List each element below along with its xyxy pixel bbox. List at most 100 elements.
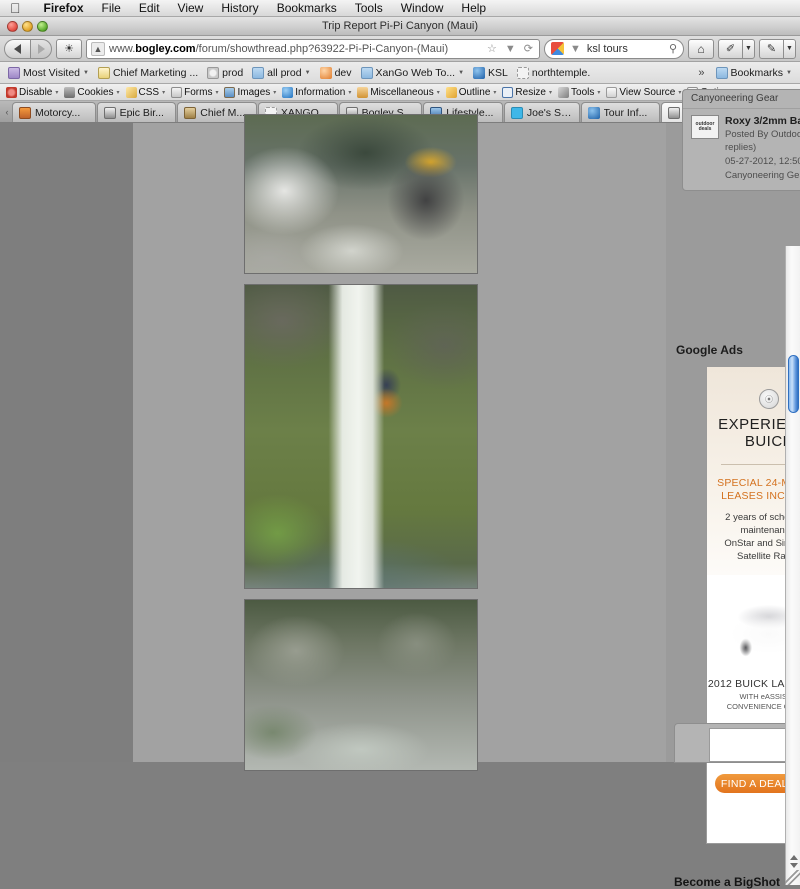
search-icon[interactable]: ⚲ <box>669 42 677 55</box>
devtool-tools[interactable]: Tools ▾ <box>555 86 603 98</box>
back-button[interactable] <box>4 38 30 59</box>
bookmark-ksl[interactable]: KSL <box>469 66 512 80</box>
thread-post-column <box>133 114 532 771</box>
bookmark-all-prod[interactable]: all prod ▼ <box>248 66 314 80</box>
menu-item-history[interactable]: History <box>212 0 267 17</box>
bookmarks-menu-button[interactable]: Bookmarks ▼ <box>712 66 796 80</box>
bookmark-most-visited[interactable]: Most Visited ▼ <box>4 66 93 80</box>
search-bar[interactable]: ▼ ksl tours ⚲ <box>544 38 684 59</box>
devtool-css[interactable]: CSS ▾ <box>123 86 169 98</box>
search-engine-icon[interactable] <box>551 42 564 55</box>
bookmarks-overflow-button[interactable]: » <box>692 67 710 79</box>
scroll-down-arrow-icon[interactable] <box>789 863 798 868</box>
bookmark-prod[interactable]: prod <box>203 66 247 80</box>
vertical-scrollbar[interactable] <box>785 246 800 885</box>
menu-item-help[interactable]: Help <box>452 0 495 17</box>
bookmarks-menu-label: Bookmarks <box>730 66 784 79</box>
vertical-scroll-thumb[interactable] <box>788 355 799 413</box>
devtool-disable[interactable]: Disable ▾ <box>3 86 61 98</box>
eyedropper-button[interactable]: ✐ <box>718 38 742 59</box>
chart-icon <box>97 66 110 79</box>
bookmark-dev[interactable]: dev <box>316 66 356 80</box>
site-favicon-icon: ▲ <box>91 41 105 56</box>
address-bar[interactable]: ▲ www.bogley.com/forum/showthread.php?63… <box>86 38 540 59</box>
bookmark-label: XanGo Web To... <box>375 66 456 79</box>
menu-item-tools[interactable]: Tools <box>346 0 392 17</box>
devtool-cookies[interactable]: Cookies ▾ <box>61 86 122 98</box>
devtool-outline[interactable]: Outline ▾ <box>443 86 500 98</box>
waterfall-rappel-photo[interactable] <box>244 284 478 589</box>
chevron-down-icon: ▾ <box>348 89 352 96</box>
canyoneers-in-stream-photo[interactable] <box>244 114 478 274</box>
pencil-button[interactable]: ✎ <box>759 38 783 59</box>
pencil-dropdown-button[interactable]: ▼ <box>783 38 796 59</box>
menu-item-edit[interactable]: Edit <box>130 0 169 17</box>
tab-motorcy[interactable]: Motorcy... <box>11 102 96 122</box>
eyedropper-dropdown-button[interactable]: ▼ <box>742 38 755 59</box>
recent-gear-item-title[interactable]: Roxy 3/2mm Back Zip... <box>725 115 800 127</box>
devtool-label: Tools <box>571 86 595 98</box>
recent-panel-partial-header: Canyoneering Gear <box>683 90 800 109</box>
home-button[interactable]: ⌂ <box>688 38 714 59</box>
bookmark-label: northtemple. <box>531 66 591 79</box>
chevron-down-icon: ▾ <box>597 89 601 96</box>
chief-favicon-icon <box>184 106 197 119</box>
recent-gear-item[interactable]: outdoor deals Roxy 3/2mm Back Zip... Pos… <box>683 109 800 190</box>
devtool-miscellaneous[interactable]: Miscellaneous ▾ <box>354 86 442 98</box>
tab-epic-bir[interactable]: Epic Bir... <box>96 102 177 122</box>
recent-gear-panel: Canyoneering Gear outdoor deals Roxy 3/2… <box>682 89 800 191</box>
images-icon <box>224 86 236 98</box>
tab-scroll-left-button[interactable]: ‹ <box>2 107 12 122</box>
bookmark-chief-marketing[interactable]: Chief Marketing ... <box>94 66 202 80</box>
menu-item-firefox[interactable]: Firefox <box>35 0 93 17</box>
eyedropper-tool-group: ✐ ▼ <box>718 38 755 59</box>
tab-label: Motorcy... <box>34 106 81 119</box>
folder-purple-icon <box>8 66 20 79</box>
tab-tour-inf[interactable]: Tour Inf... <box>580 102 661 122</box>
eyedropper-icon: ✐ <box>725 43 736 55</box>
tab-joes-st[interactable]: Joe's St... <box>503 102 580 122</box>
ksl-icon <box>473 66 486 79</box>
gear-icon <box>207 66 220 79</box>
search-input[interactable]: ksl tours <box>587 43 665 55</box>
devtool-view-source[interactable]: View Source ▾ <box>603 86 684 98</box>
menu-item-bookmarks[interactable]: Bookmarks <box>268 0 346 17</box>
zoom-window-button[interactable] <box>37 21 48 32</box>
bookmark-star-icon[interactable]: ☆ <box>485 42 499 55</box>
navigation-toolbar: ☀ ▲ www.bogley.com/forum/showthread.php?… <box>0 36 800 62</box>
chevron-down-icon: ▼ <box>458 69 465 76</box>
menu-item-view[interactable]: View <box>169 0 213 17</box>
close-window-button[interactable] <box>7 21 18 32</box>
pencil-tool-group: ✎ ▼ <box>759 38 796 59</box>
chevron-down-icon[interactable]: ▼ <box>568 43 583 55</box>
chevron-down-icon[interactable]: ▼ <box>503 43 518 55</box>
bookmark-xango-web-tools[interactable]: XanGo Web To... ▼ <box>357 66 469 80</box>
menu-item-window[interactable]: Window <box>392 0 453 17</box>
devtool-information[interactable]: Information ▾ <box>279 86 354 98</box>
url-text: www.bogley.com/forum/showthread.php?6392… <box>109 42 449 55</box>
devtool-label: CSS <box>138 86 160 98</box>
globe-icon: ☀ <box>64 43 74 55</box>
forward-button[interactable] <box>30 38 52 59</box>
reload-icon[interactable]: ⟳ <box>522 42 535 55</box>
scroll-arrow-group <box>786 855 800 868</box>
sidebar-lower-panel <box>674 723 800 763</box>
apple-logo-icon[interactable]:  <box>10 1 21 15</box>
devtool-images[interactable]: Images ▾ <box>221 86 279 98</box>
window-resize-grip[interactable] <box>785 870 800 885</box>
folder-blue-icon <box>252 66 265 79</box>
bookmark-label: all prod <box>267 66 302 79</box>
devtool-resize[interactable]: Resize ▾ <box>499 86 555 98</box>
menu-item-file[interactable]: File <box>93 0 130 17</box>
minimize-window-button[interactable] <box>22 21 33 32</box>
source-icon <box>606 86 618 98</box>
motorcycle-favicon-icon <box>18 106 31 119</box>
back-arrow-icon <box>14 43 21 54</box>
bookmark-label: dev <box>334 66 352 79</box>
scroll-up-arrow-icon[interactable] <box>789 855 798 860</box>
site-identity-button[interactable]: ☀ <box>56 38 82 59</box>
devtool-forms[interactable]: Forms ▾ <box>168 86 221 98</box>
google-ads-heading: Google Ads <box>676 343 743 357</box>
canyon-pool-photo[interactable] <box>244 599 478 771</box>
bookmark-northtemple[interactable]: northtemple. <box>513 66 594 80</box>
